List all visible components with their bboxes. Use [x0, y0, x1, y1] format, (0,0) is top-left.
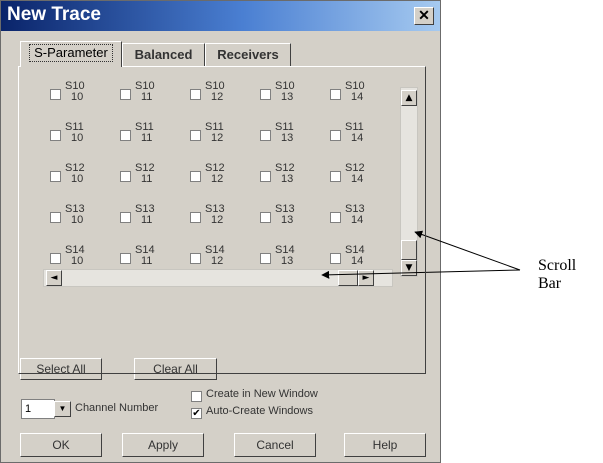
tab-panel [18, 66, 426, 374]
tab-s-parameter-label: S-Parameter [29, 44, 113, 62]
tab-s-parameter[interactable]: S-Parameter [20, 41, 122, 67]
arrow-to-vertical-scrollbar [414, 230, 521, 271]
scroll-bar-callout: Scroll Bar [538, 257, 577, 292]
